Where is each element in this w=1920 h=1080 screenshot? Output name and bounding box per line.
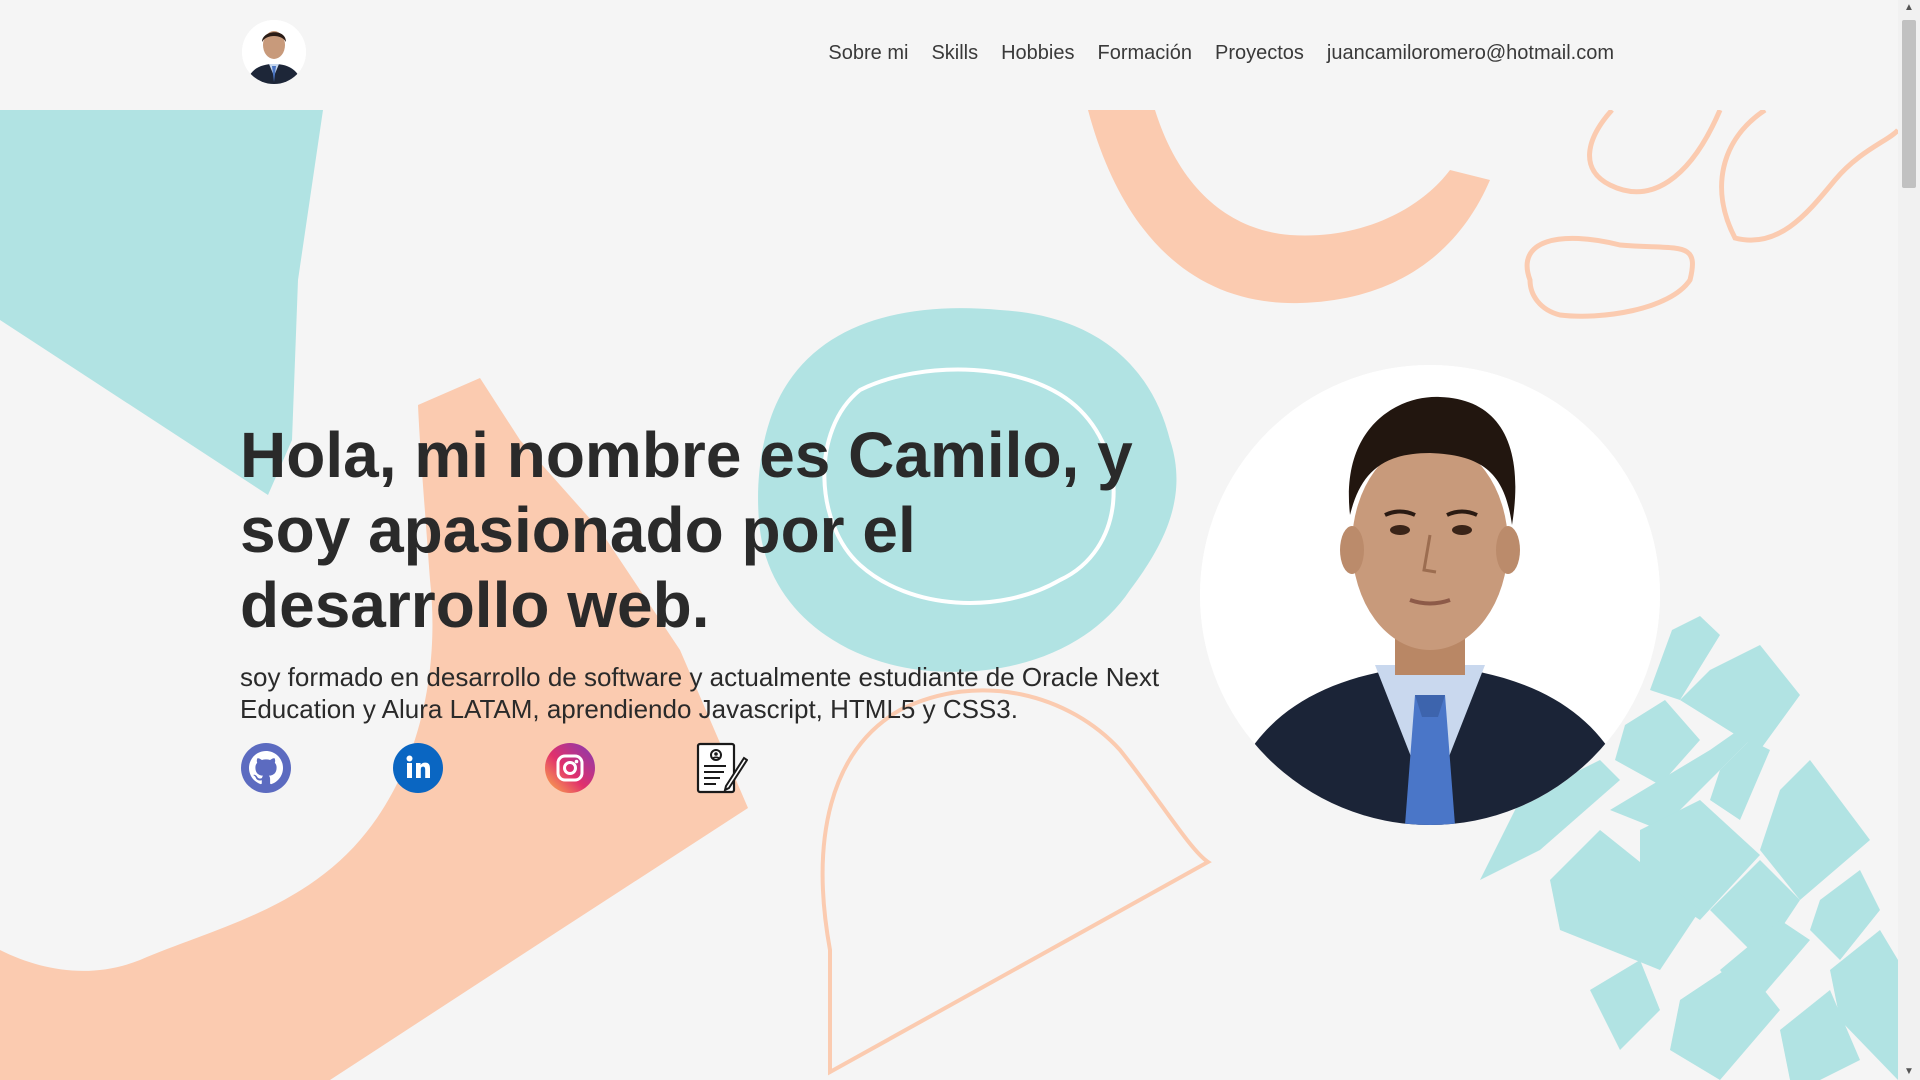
scroll-thumb[interactable] <box>1902 20 1916 188</box>
profile-photo <box>1200 365 1660 825</box>
main-nav: Sobre mi Skills Hobbies Formación Proyec… <box>828 42 1614 65</box>
linkedin-icon[interactable] <box>392 742 444 794</box>
nav-link-proyectos[interactable]: Proyectos <box>1215 42 1304 65</box>
nav-link-hobbies[interactable]: Hobbies <box>1001 42 1074 65</box>
nav-link-formacion[interactable]: Formación <box>1098 42 1192 65</box>
nav-link-sobre-mi[interactable]: Sobre mi <box>828 42 908 65</box>
nav-link-email[interactable]: juancamiloromero@hotmail.com <box>1327 42 1614 65</box>
avatar[interactable] <box>242 20 306 84</box>
resume-icon[interactable] <box>696 742 749 794</box>
avatar-photo <box>242 20 306 84</box>
scroll-down-icon[interactable]: ▼ <box>1898 1064 1920 1080</box>
scroll-up-icon[interactable]: ▲ <box>1898 0 1920 16</box>
site-header: Sobre mi Skills Hobbies Formación Proyec… <box>0 0 1898 110</box>
instagram-icon[interactable] <box>544 742 596 794</box>
hero-section: Hola, mi nombre es Camilo, y soy apasion… <box>240 418 1200 725</box>
hero-subtitle: soy formado en desarrollo de software y … <box>240 662 1160 724</box>
hero-title: Hola, mi nombre es Camilo, y soy apasion… <box>240 419 1133 641</box>
social-links <box>240 742 749 794</box>
github-icon[interactable] <box>240 742 292 794</box>
nav-link-skills[interactable]: Skills <box>931 42 978 65</box>
vertical-scrollbar[interactable]: ▲ ▼ <box>1898 0 1920 1080</box>
page: Sobre mi Skills Hobbies Formación Proyec… <box>0 0 1920 1080</box>
